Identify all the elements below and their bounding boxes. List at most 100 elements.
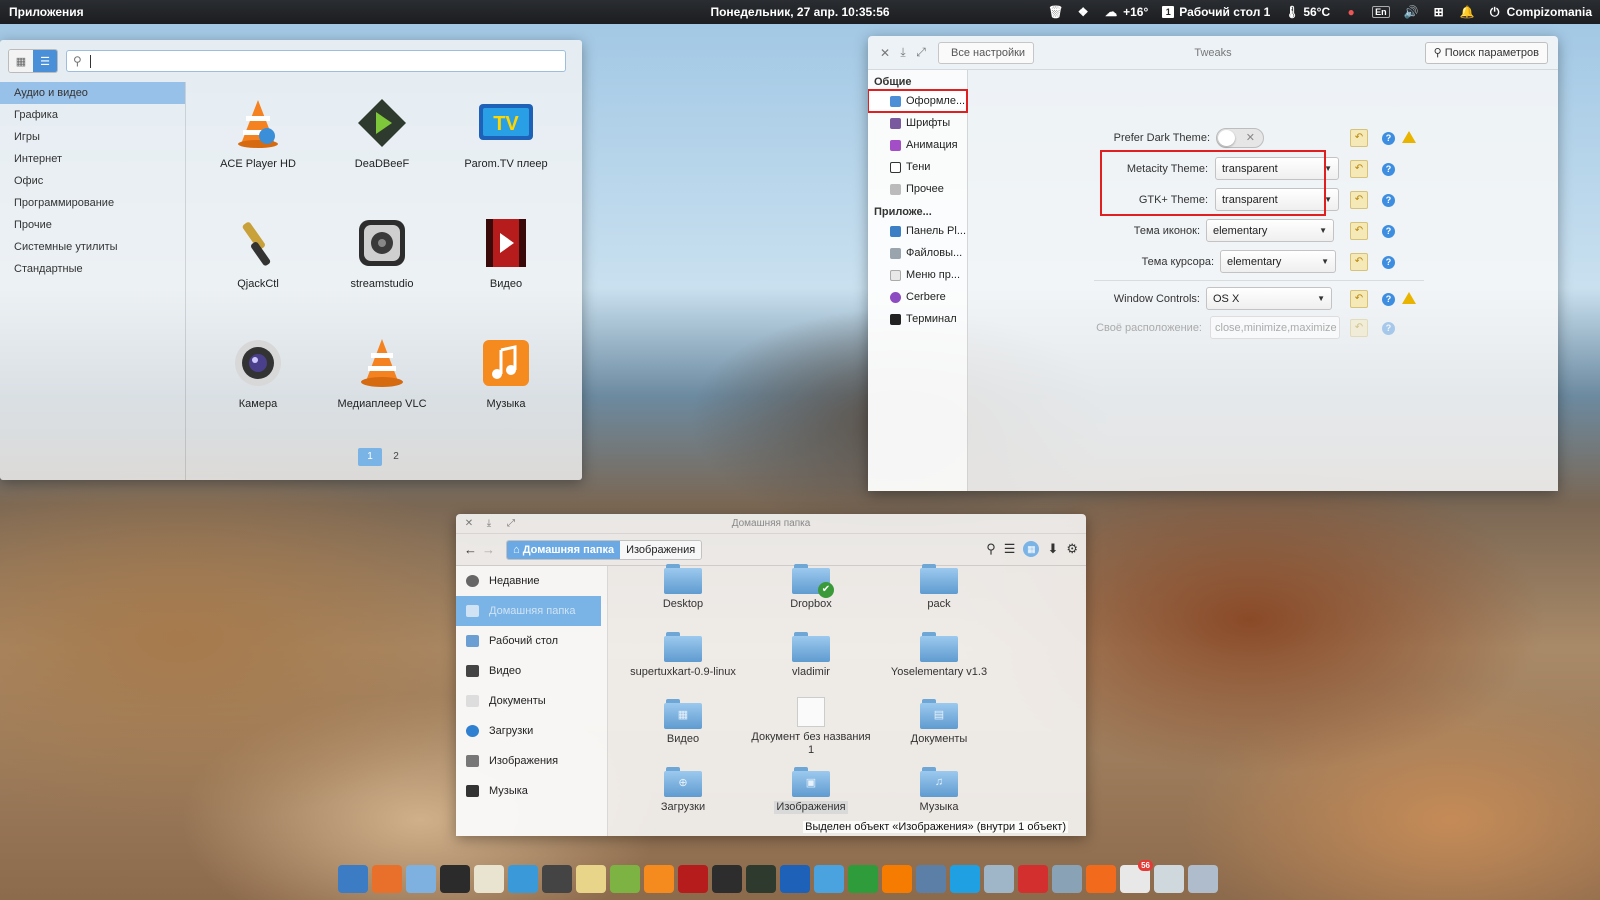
parom-tv-icon[interactable] <box>780 865 810 893</box>
sidebar-item-terminal[interactable]: Терминал <box>868 308 967 330</box>
file-item[interactable]: ✔ Dropbox <box>748 562 874 622</box>
file-item[interactable]: Yoselementary v1.3 <box>876 630 1002 690</box>
sidebar-item-misc[interactable]: Прочее <box>868 178 967 200</box>
icon-theme-select[interactable]: elementary ▼ <box>1206 219 1334 242</box>
info-icon[interactable] <box>1052 865 1082 893</box>
trash-icon[interactable] <box>1188 865 1218 893</box>
skype-icon[interactable] <box>950 865 980 893</box>
applications-menu-button[interactable]: Приложения <box>0 5 84 19</box>
workspace-indicator[interactable]: 1 Рабочий стол 1 <box>1162 5 1270 19</box>
place-documents[interactable]: Документы <box>456 686 607 716</box>
music-icon[interactable] <box>644 865 674 893</box>
sidebar-item-appearance[interactable]: Оформле... <box>868 89 968 113</box>
sidebar-item-shadows[interactable]: Тени <box>868 156 967 178</box>
keyboard-indicator[interactable]: En <box>1372 6 1390 18</box>
update-icon[interactable] <box>1086 865 1116 893</box>
download-icon[interactable]: ⬇ <box>1047 541 1058 557</box>
file-item[interactable]: pack <box>876 562 1002 622</box>
category-view-icon[interactable]: ☰ <box>33 50 57 72</box>
help-icon[interactable]: ? <box>1382 293 1395 306</box>
calendar-icon[interactable]: 56 <box>1120 860 1153 893</box>
file-item[interactable]: ♫ Музыка <box>876 765 1002 825</box>
window-controls-select[interactable]: OS X ▼ <box>1206 287 1332 310</box>
app-launcher[interactable]: TV Parom.TV плеер <box>444 88 568 188</box>
deadbeef-icon[interactable] <box>746 865 776 893</box>
pen-icon[interactable] <box>1154 865 1184 893</box>
icon-view-icon[interactable]: ▦ <box>1023 541 1040 557</box>
gear-icon[interactable]: ⚙ <box>1066 541 1078 557</box>
notifications-indicator[interactable]: 🔔 <box>1460 5 1475 19</box>
breadcrumb-home[interactable]: ⌂ Домашняя папка <box>507 540 621 559</box>
dropbox-indicator[interactable]: ❖ <box>1076 5 1090 19</box>
search-settings-button[interactable]: ⚲ Поиск параметров <box>1424 42 1548 64</box>
category-item[interactable]: Графика <box>0 104 185 126</box>
streamstudio-icon[interactable] <box>712 865 742 893</box>
file-item[interactable]: Документ без названия 1 <box>748 697 874 757</box>
video-icon[interactable] <box>678 865 708 893</box>
place-desktop[interactable]: Рабочий стол <box>456 626 607 656</box>
temperature-indicator[interactable]: 🌡 56°C <box>1284 5 1330 19</box>
help-icon[interactable]: ? <box>1382 225 1395 238</box>
file-item[interactable]: supertuxkart-0.9-linux <box>620 630 746 690</box>
file-item[interactable]: ▣ Изображения <box>748 765 874 825</box>
list-view-icon[interactable]: ☰ <box>1004 541 1016 557</box>
app-launcher[interactable]: Камера <box>196 328 320 428</box>
app-launcher[interactable]: QjackCtl <box>196 208 320 308</box>
reset-icon[interactable]: ↶ <box>1350 160 1368 178</box>
firefox-icon[interactable] <box>372 865 402 893</box>
category-item[interactable]: Интернет <box>0 148 185 170</box>
place-downloads[interactable]: Загрузки <box>456 716 607 746</box>
reset-icon[interactable]: ↶ <box>1350 222 1368 240</box>
dark-theme-switch[interactable]: ✕ <box>1216 128 1264 148</box>
place-video[interactable]: Видео <box>456 656 607 686</box>
maximize-icon[interactable]: ⤢ <box>912 45 930 60</box>
help-icon[interactable]: ? <box>1382 194 1395 207</box>
cursor-theme-select[interactable]: elementary ▼ <box>1220 250 1336 273</box>
sidebar-item-app-menu[interactable]: Меню пр... <box>868 264 967 286</box>
trash-indicator[interactable]: 🗑 <box>1048 5 1063 19</box>
page-button[interactable]: 1 <box>358 448 382 466</box>
category-item[interactable]: Системные утилиты <box>0 236 185 258</box>
app-launcher[interactable]: DeaDBeeF <box>320 88 444 188</box>
weather-indicator[interactable]: ☁ +16° <box>1104 5 1148 19</box>
sidebar-item-fonts[interactable]: Шрифты <box>868 112 967 134</box>
search-icon[interactable]: ⚲ <box>986 541 996 557</box>
category-item[interactable]: Офис <box>0 170 185 192</box>
place-pictures[interactable]: Изображения <box>456 746 607 776</box>
app-launcher[interactable]: streamstudio <box>320 208 444 308</box>
minimize-icon[interactable]: ⤓ <box>476 518 502 529</box>
file-item[interactable]: ⊕ Загрузки <box>620 765 746 825</box>
sidebar-item-animation[interactable]: Анимация <box>868 134 967 156</box>
app-search-input[interactable]: ⚲ <box>66 50 566 72</box>
close-icon[interactable]: ✕ <box>876 46 894 60</box>
category-item[interactable]: Игры <box>0 126 185 148</box>
reset-icon[interactable]: ↶ <box>1350 129 1368 147</box>
file-item[interactable]: ▤ Документы <box>876 697 1002 757</box>
back-arrow-icon[interactable]: ← <box>464 542 482 557</box>
maximize-icon[interactable]: ⤢ <box>502 518 520 529</box>
mail-icon[interactable] <box>576 865 606 893</box>
reset-icon[interactable]: ↶ <box>1350 290 1368 308</box>
help-icon[interactable]: ? <box>1382 132 1395 145</box>
reset-icon[interactable]: ↶ <box>1350 191 1368 209</box>
home-icon[interactable] <box>984 865 1014 893</box>
calculator-icon[interactable] <box>610 865 640 893</box>
minimize-icon[interactable]: ⤓ <box>894 45 912 60</box>
place-home[interactable]: Домашняя папка <box>456 596 601 626</box>
sound-indicator[interactable]: 🔊 <box>1404 5 1419 19</box>
toggle-icon[interactable] <box>916 865 946 893</box>
close-icon[interactable]: ✕ <box>462 518 476 529</box>
screenshot-icon[interactable] <box>542 865 572 893</box>
place-recent[interactable]: Недавние <box>456 566 607 596</box>
category-item[interactable]: Программирование <box>0 192 185 214</box>
file-item[interactable]: ▦ Видео <box>620 697 746 757</box>
session-indicator[interactable]: ⏻ Compizomania <box>1488 5 1592 19</box>
reset-icon[interactable]: ↶ <box>1350 253 1368 271</box>
status-indicator[interactable]: ● <box>1344 5 1358 19</box>
software-center-icon[interactable] <box>882 865 912 893</box>
grid-view-icon[interactable]: ▦ <box>9 50 33 72</box>
category-item[interactable]: Стандартные <box>0 258 185 280</box>
text-editor-icon[interactable] <box>474 865 504 893</box>
app-launcher[interactable]: Видео <box>444 208 568 308</box>
file-item[interactable]: Desktop <box>620 562 746 622</box>
